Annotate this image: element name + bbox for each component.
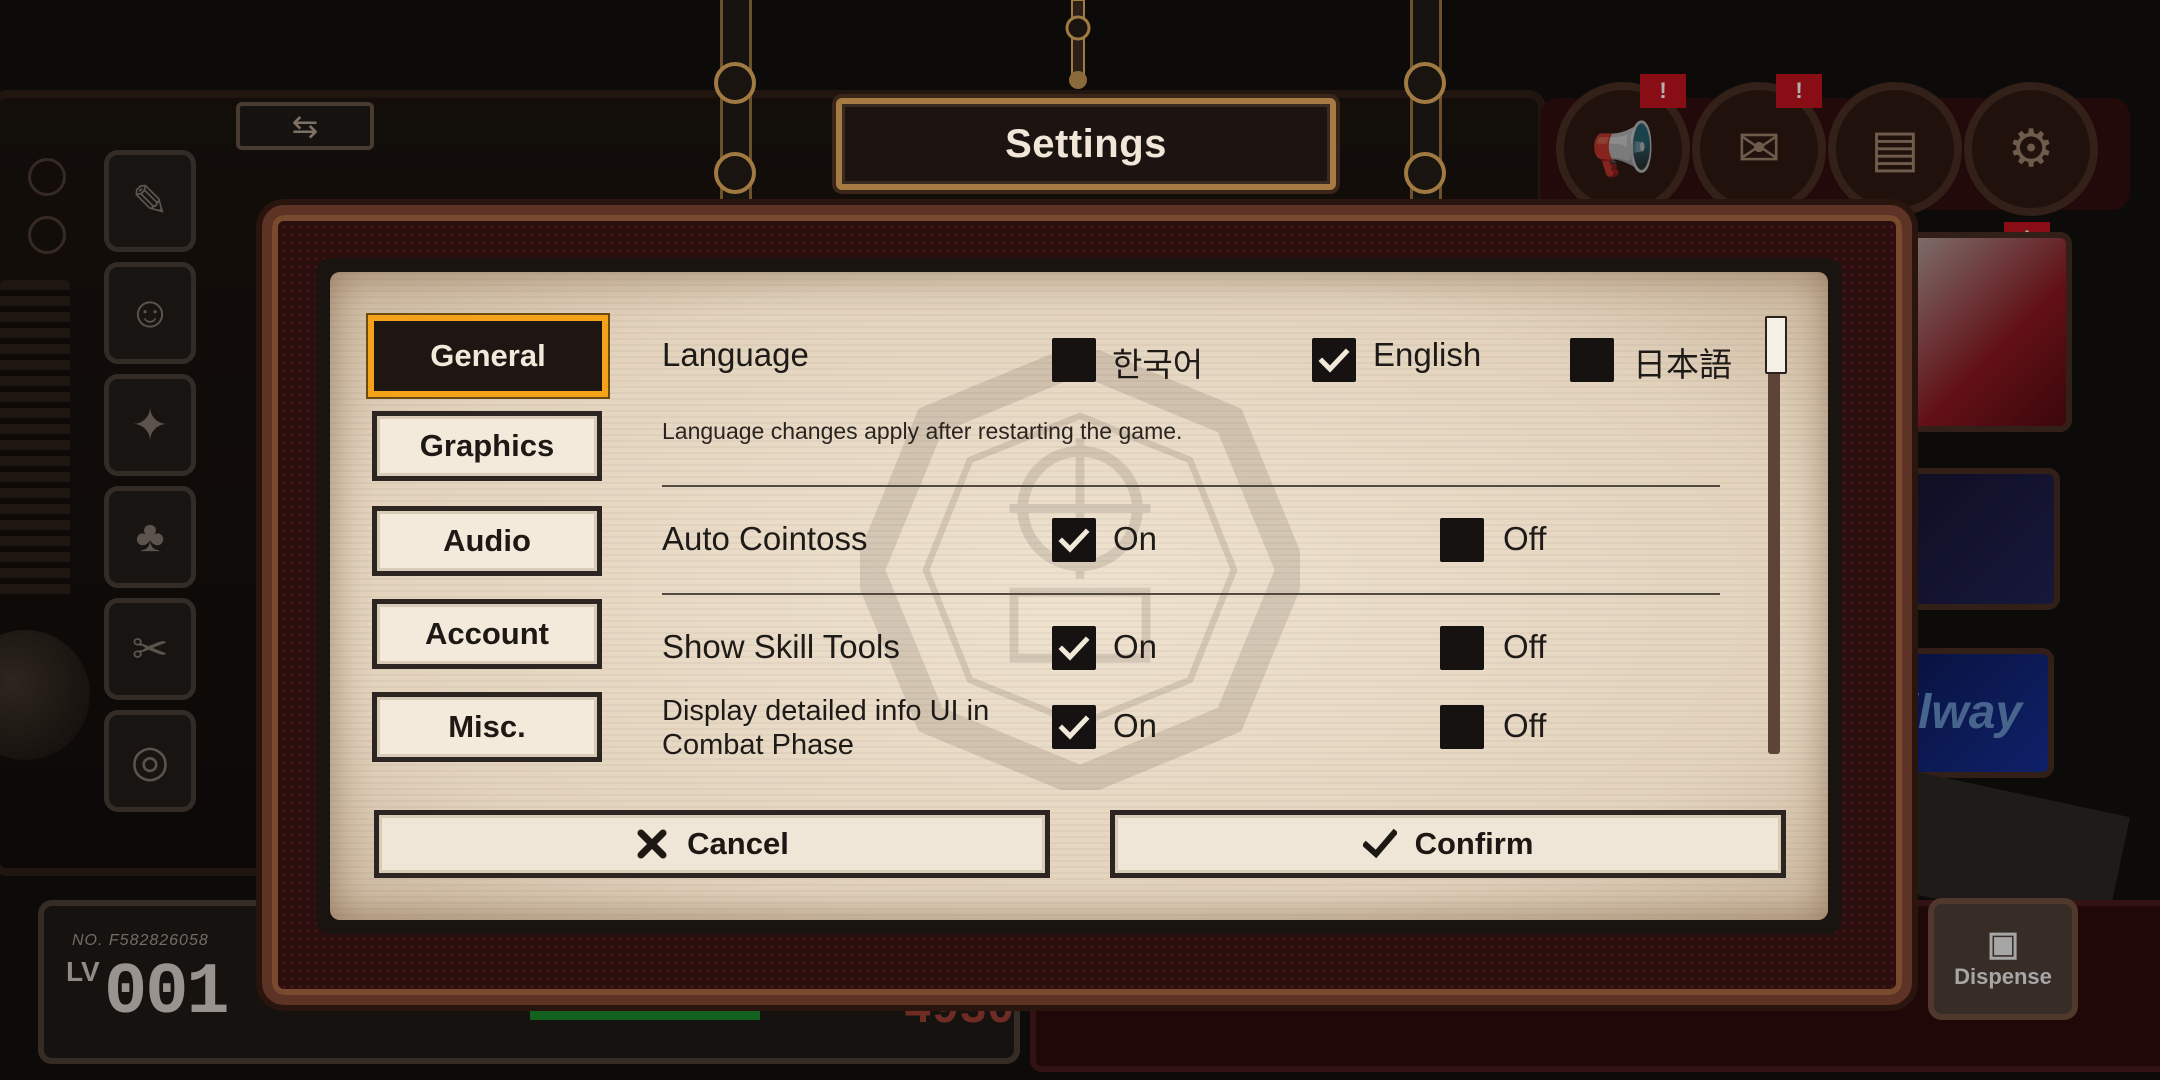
background-ring [714,62,756,104]
sidebar-tool-icon: ✂ [104,598,196,700]
sidebar-star-icon: ✦ [104,374,196,476]
auto-cointoss-on-label: On [1113,520,1158,557]
background-banner-card [1890,232,2072,432]
background-vent [0,280,70,600]
background-dot [28,216,66,254]
show-skill-tools-off-checkbox[interactable] [1440,626,1484,670]
settings-title-plate: Settings [836,98,1336,190]
tab-misc[interactable]: Misc. [372,692,602,762]
title-hanger [1065,0,1091,89]
sidebar-character-icon: ☺ [104,262,196,364]
detailed-info-off-checkbox[interactable] [1440,705,1484,749]
alert-badge: ! [1776,74,1822,108]
player-number: NO. F582826058 [72,932,209,949]
language-english-label: English [1373,336,1482,373]
confirm-label: Confirm [1414,826,1534,861]
show-skill-tools-on-checkbox[interactable] [1052,626,1096,670]
auto-cointoss-on-checkbox[interactable] [1052,518,1096,562]
close-icon [637,829,667,859]
language-label: Language [662,336,809,373]
divider [662,485,1720,487]
background-ring [1404,152,1446,194]
alert-badge: ! [1640,74,1686,108]
language-japanese-label: 日本語 [1633,346,1732,383]
sidebar-feather-icon: ✎ [104,150,196,252]
settings-scrollbar-thumb[interactable] [1765,316,1787,374]
dispense-icon: ▣ [1986,925,2020,963]
language-english-checkbox[interactable] [1312,338,1356,382]
cancel-button[interactable]: Cancel [374,810,1050,878]
auto-cointoss-off-label: Off [1503,520,1547,557]
inventory-icon: ▤ [1828,82,1962,216]
cancel-label: Cancel [687,826,789,861]
checkmark-icon [1058,636,1090,661]
level-label: LV [66,956,100,987]
settings-scrollbar[interactable] [1768,318,1780,754]
background-ring [1404,62,1446,104]
tab-account[interactable]: Account [372,599,602,669]
checkmark-icon [1362,828,1397,859]
show-skill-tools-on-label: On [1113,628,1158,665]
level-value: 001 [104,952,230,1034]
detailed-info-on-checkbox[interactable] [1052,705,1096,749]
dispense-button: ▣ Dispense [1928,898,2078,1020]
divider [662,593,1720,595]
swap-arrows-icon: ⇆ [236,102,374,150]
detailed-info-off-label: Off [1503,707,1547,744]
tab-graphics[interactable]: Graphics [372,411,602,481]
show-skill-tools-label: Show Skill Tools [662,628,900,665]
checkmark-icon [1318,348,1350,373]
language-note: Language changes apply after restarting … [662,418,1183,444]
dispense-label: Dispense [1954,964,2052,989]
page-title: Settings [1005,121,1167,166]
sidebar-planet-icon: ◎ [104,710,196,812]
checkmark-icon [1058,528,1090,553]
auto-cointoss-off-checkbox[interactable] [1440,518,1484,562]
detailed-info-on-label: On [1113,707,1158,744]
detailed-info-label-line2: Combat Phase [662,729,854,761]
tab-general[interactable]: General [368,315,608,397]
gear-icon: ⚙ [1964,82,2098,216]
background-dot [28,158,66,196]
tab-audio[interactable]: Audio [372,506,602,576]
background-ring [714,152,756,194]
sidebar-group-icon: ♣ [104,486,196,588]
auto-cointoss-label: Auto Cointoss [662,520,868,557]
detailed-info-label-line1: Display detailed info UI in [662,695,990,727]
checkmark-icon [1058,715,1090,740]
language-korean-checkbox[interactable] [1052,338,1096,382]
language-korean-label: 한국어 [1112,346,1204,383]
detailed-info-label: Display detailed info UI in Combat Phase [662,694,989,762]
show-skill-tools-off-label: Off [1503,628,1547,665]
confirm-button[interactable]: Confirm [1110,810,1786,878]
language-japanese-checkbox[interactable] [1570,338,1614,382]
